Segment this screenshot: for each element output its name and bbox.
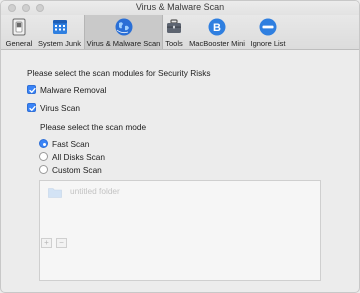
- custom-scan-folder-list[interactable]: untitled folder: [39, 180, 321, 281]
- all-disks-scan-label[interactable]: All Disks Scan: [52, 152, 105, 162]
- tab-macbooster-mini[interactable]: B MacBooster Mini: [187, 15, 247, 49]
- remove-folder-button[interactable]: −: [56, 238, 67, 248]
- preferences-toolbar: General System Junk Virus & Malware Scan…: [1, 15, 359, 50]
- custom-scan-radio[interactable]: [39, 165, 48, 174]
- globe-icon: [115, 18, 132, 36]
- malware-removal-checkbox[interactable]: [27, 85, 36, 94]
- switch-icon: [12, 18, 26, 36]
- tab-general[interactable]: General: [3, 15, 35, 49]
- preferences-window: Virus & Malware Scan General System Junk: [0, 0, 360, 293]
- title-bar: Virus & Malware Scan: [1, 1, 359, 15]
- fast-scan-label[interactable]: Fast Scan: [52, 139, 89, 149]
- b-circle-icon: B: [208, 18, 226, 36]
- folder-icon: [48, 188, 62, 198]
- folder-label: untitled folder: [70, 186, 120, 196]
- tab-ignore-list[interactable]: Ignore List: [248, 15, 288, 49]
- tab-tools-label: Tools: [165, 39, 183, 48]
- svg-text:B: B: [213, 22, 221, 34]
- virus-scan-label[interactable]: Virus Scan: [40, 103, 80, 113]
- list-item[interactable]: untitled folder: [48, 185, 120, 198]
- window-title: Virus & Malware Scan: [135, 2, 225, 12]
- toolbox-icon: [167, 19, 181, 33]
- tab-system-junk[interactable]: System Junk: [36, 15, 83, 49]
- custom-scan-label[interactable]: Custom Scan: [52, 165, 102, 175]
- scan-mode-heading: Please select the scan mode: [40, 122, 147, 132]
- checkmark-icon: [29, 105, 36, 112]
- modules-heading: Please select the scan modules for Secur…: [27, 68, 211, 78]
- malware-removal-label[interactable]: Malware Removal: [40, 85, 106, 95]
- tab-ignore-list-label: Ignore List: [250, 39, 286, 48]
- tab-tools[interactable]: Tools: [162, 15, 186, 49]
- fast-scan-radio[interactable]: [39, 139, 48, 148]
- all-disks-scan-radio[interactable]: [39, 152, 48, 161]
- tab-macbooster-mini-label: MacBooster Mini: [189, 39, 245, 48]
- tab-system-junk-label: System Junk: [38, 39, 81, 48]
- add-folder-button[interactable]: +: [41, 238, 52, 248]
- calendar-grid-icon: [52, 20, 67, 34]
- minus-circle-icon: [259, 18, 277, 36]
- checkmark-icon: [29, 87, 36, 94]
- tab-virus-malware-scan[interactable]: Virus & Malware Scan: [84, 15, 163, 49]
- virus-scan-checkbox[interactable]: [27, 103, 36, 112]
- tab-virus-malware-scan-label: Virus & Malware Scan: [86, 39, 161, 48]
- tab-general-label: General: [5, 39, 33, 48]
